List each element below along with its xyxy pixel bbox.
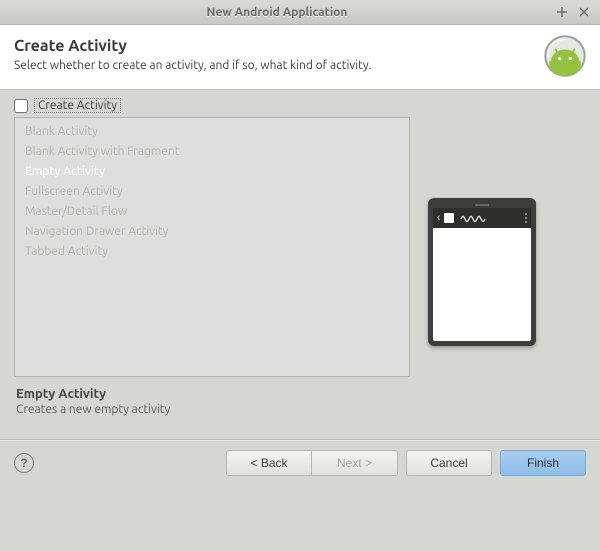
activity-type-list[interactable]: Blank ActivityBlank Activity with Fragme… [14,117,410,377]
list-item[interactable]: Blank Activity with Fragment [15,142,409,162]
nav-button-group: < Back Next > [226,450,398,476]
page-subtitle: Select whether to create an activity, an… [14,59,534,72]
list-item[interactable]: Master/Detail Flow [15,202,409,222]
wizard-content: Create Activity Blank ActivityBlank Acti… [0,90,600,377]
create-activity-checkbox[interactable] [14,99,28,113]
list-item[interactable]: Navigation Drawer Activity [15,222,409,242]
window-minimize-icon[interactable] [554,4,570,20]
list-item[interactable]: Fullscreen Activity [15,182,409,202]
phone-title-scribble-icon [460,214,494,222]
list-item[interactable]: Empty Activity [15,162,409,182]
window-close-icon[interactable] [576,4,592,20]
list-item[interactable]: Blank Activity [15,122,409,142]
wizard-header: Create Activity Select whether to create… [0,25,600,90]
window-title: New Android Application [0,6,554,19]
description-title: Empty Activity [16,387,584,401]
activity-description: Empty Activity Creates a new empty activ… [14,381,586,435]
finish-button[interactable]: Finish [500,450,586,476]
activity-preview: ‹ [428,117,536,377]
phone-back-icon: ‹ [437,213,440,224]
phone-app-icon [444,213,454,223]
create-activity-row: Create Activity [14,98,586,113]
back-button[interactable]: < Back [226,450,312,476]
list-item[interactable]: Tabbed Activity [15,242,409,262]
page-title: Create Activity [14,37,534,55]
next-button[interactable]: Next > [312,450,398,476]
wizard-footer: ? < Back Next > Cancel Finish [0,440,600,490]
window-controls [554,4,592,20]
window-titlebar: New Android Application [0,0,600,25]
create-activity-label[interactable]: Create Activity [34,98,121,113]
phone-frame-icon: ‹ [428,198,536,346]
phone-overflow-icon [525,213,527,223]
description-text: Creates a new empty activity [16,403,584,416]
help-button[interactable]: ? [14,453,34,473]
android-logo-icon [544,35,584,75]
phone-actionbar: ‹ [433,208,531,228]
cancel-button[interactable]: Cancel [406,450,492,476]
